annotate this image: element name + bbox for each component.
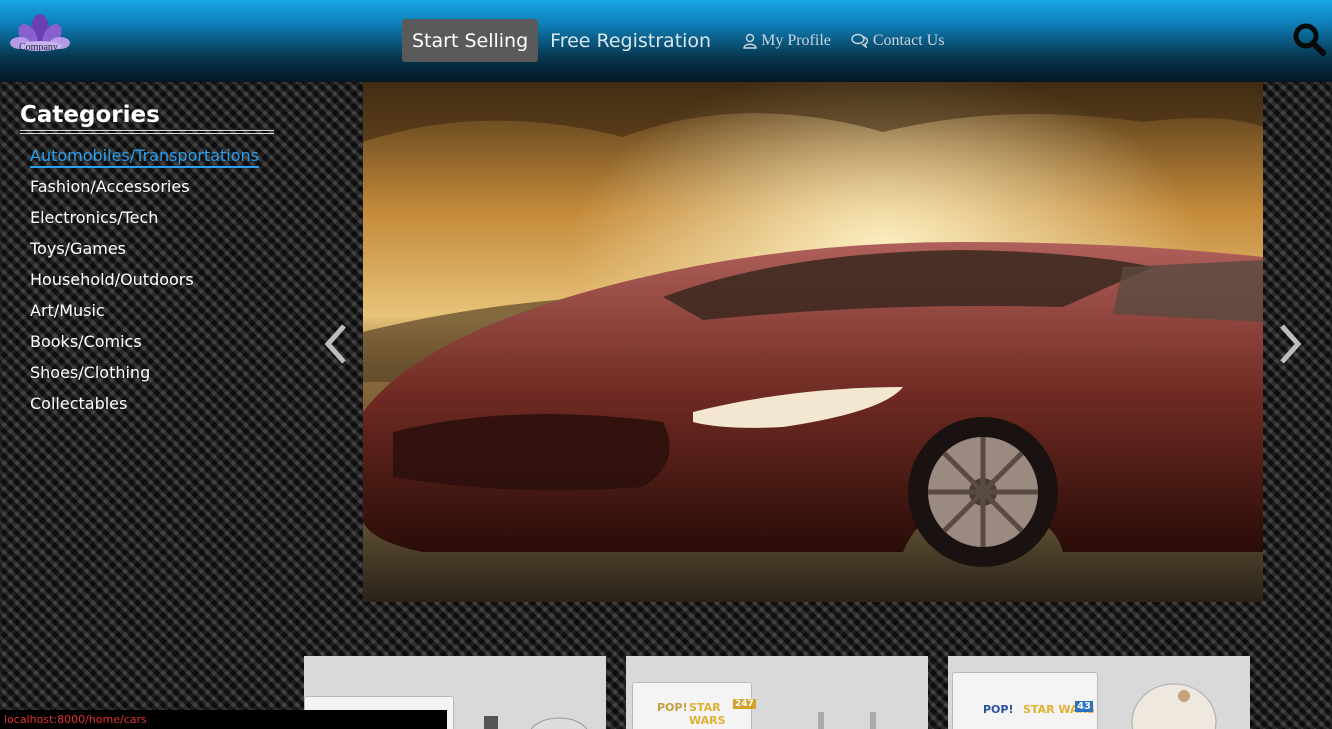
category-collectables[interactable]: Collectables <box>20 388 274 419</box>
carousel-prev-arrow-icon[interactable] <box>322 322 352 366</box>
top-navbar: Company Start Selling Free Registration … <box>0 0 1332 82</box>
product-card[interactable]: POP! STAR WARS 43 <box>948 656 1250 729</box>
category-automobiles[interactable]: Automobiles/Transportations <box>20 140 274 171</box>
categories-heading: Categories <box>20 100 274 134</box>
product-figure-image <box>818 712 876 729</box>
browser-status-bar: localhost:8000/home/cars <box>0 710 447 729</box>
category-shoes[interactable]: Shoes/Clothing <box>20 357 274 388</box>
carousel-slide-car-image <box>363 82 1263 602</box>
product-card[interactable]: POP! STAR WARS 247 <box>626 656 928 729</box>
start-selling-button[interactable]: Start Selling <box>402 19 539 62</box>
my-profile-label: My Profile <box>761 31 831 49</box>
contact-us-link[interactable]: Contact Us <box>851 31 945 50</box>
category-fashion[interactable]: Fashion/Accessories <box>20 171 274 202</box>
product-figure-image <box>484 716 588 729</box>
product-figure-image <box>1131 683 1217 729</box>
main-nav: Start Selling Free Registration My Profi… <box>402 19 944 62</box>
contact-us-label: Contact Us <box>872 31 945 49</box>
category-toys[interactable]: Toys/Games <box>20 233 274 264</box>
comments-icon <box>851 33 868 48</box>
categories-list: Automobiles/Transportations Fashion/Acce… <box>20 140 274 419</box>
category-art[interactable]: Art/Music <box>20 295 274 326</box>
search-icon[interactable] <box>1292 22 1326 56</box>
product-box-image: POP! STAR WARS 43 <box>952 672 1098 729</box>
free-registration-link[interactable]: Free Registration <box>540 19 721 62</box>
product-box-image: POP! STAR WARS 247 <box>632 682 756 729</box>
category-books[interactable]: Books/Comics <box>20 326 274 357</box>
category-household[interactable]: Household/Outdoors <box>20 264 274 295</box>
carousel-next-arrow-icon[interactable] <box>1274 322 1304 366</box>
my-profile-link[interactable]: My Profile <box>743 32 831 50</box>
company-logo[interactable]: Company <box>6 8 74 62</box>
categories-sidebar: Categories Automobiles/Transportations F… <box>20 100 274 419</box>
category-electronics[interactable]: Electronics/Tech <box>20 202 274 233</box>
logo-text: Company <box>19 42 58 53</box>
lotus-logo-icon <box>10 14 70 51</box>
user-icon <box>743 33 757 49</box>
hero-carousel[interactable] <box>363 82 1263 602</box>
